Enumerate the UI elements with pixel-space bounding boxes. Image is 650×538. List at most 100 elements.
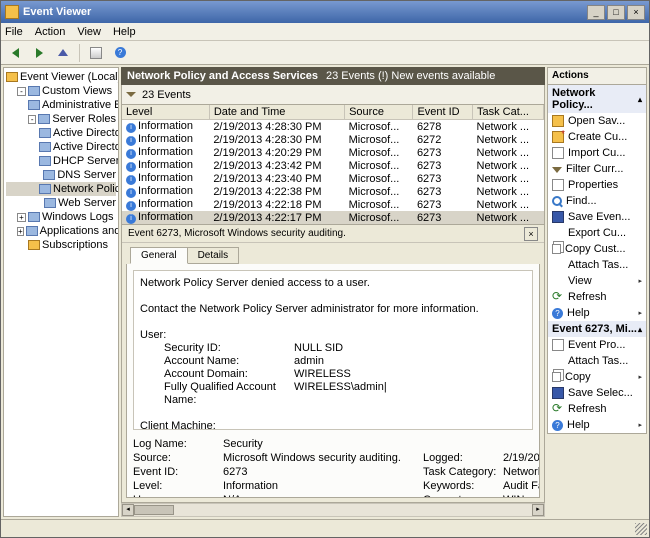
blank-icon bbox=[552, 259, 564, 271]
blank-icon bbox=[552, 275, 564, 287]
action-item[interactable]: Filter Curr... bbox=[548, 161, 646, 177]
back-button[interactable] bbox=[5, 43, 25, 63]
action-item[interactable]: Copy Cust... bbox=[548, 241, 646, 257]
tab-details[interactable]: Details bbox=[187, 247, 240, 264]
action-item[interactable]: Save Selec... bbox=[548, 385, 646, 401]
maximize-button[interactable]: □ bbox=[607, 5, 625, 20]
actions-title: Actions bbox=[547, 67, 647, 85]
i-find-icon bbox=[552, 196, 562, 206]
i-copy-icon bbox=[552, 372, 561, 382]
tab-general[interactable]: General bbox=[130, 247, 188, 264]
help-toolbar-button[interactable]: ? bbox=[110, 43, 130, 63]
submenu-icon: ▸ bbox=[638, 277, 642, 285]
action-item[interactable]: Export Cu... bbox=[548, 225, 646, 241]
tree-custom-views[interactable]: -Custom Views bbox=[6, 84, 116, 98]
event-row[interactable]: iInformation2/19/2013 4:20:29 PMMicrosof… bbox=[122, 146, 544, 159]
close-button[interactable]: × bbox=[627, 5, 645, 20]
i-copy-icon bbox=[552, 244, 561, 254]
event-count: 23 Events bbox=[142, 89, 191, 101]
tree-windows-logs[interactable]: +Windows Logs bbox=[6, 210, 116, 224]
action-item[interactable]: ⟳Refresh bbox=[548, 289, 646, 305]
i-help-icon: ? bbox=[552, 420, 563, 431]
toolbar: ? bbox=[1, 41, 649, 65]
action-item[interactable]: Event Pro... bbox=[548, 337, 646, 353]
event-row[interactable]: iInformation2/19/2013 4:22:38 PMMicrosof… bbox=[122, 185, 544, 198]
nav-tree: Event Viewer (Local) -Custom Views Admin… bbox=[4, 68, 118, 254]
tree-role-adcs[interactable]: Active Directory Certific bbox=[6, 126, 116, 140]
column-header[interactable]: Level bbox=[122, 105, 209, 120]
toolbar-separator bbox=[79, 44, 80, 62]
i-refresh-icon: ⟳ bbox=[552, 291, 564, 303]
column-header[interactable]: Event ID bbox=[413, 105, 473, 120]
props-toolbar-button[interactable] bbox=[86, 43, 106, 63]
action-item[interactable]: Copy▸ bbox=[548, 369, 646, 385]
action-item[interactable]: View▸ bbox=[548, 273, 646, 289]
i-filter-icon bbox=[552, 167, 562, 173]
detail-close-button[interactable]: × bbox=[524, 227, 538, 241]
tree-role-adds[interactable]: Active Directory Domai bbox=[6, 140, 116, 154]
tree-role-nps[interactable]: Network Policy and Acc bbox=[6, 182, 116, 196]
app-icon bbox=[5, 5, 19, 19]
titlebar: Event Viewer _ □ × bbox=[1, 1, 649, 23]
tree-admin-events[interactable]: Administrative Events bbox=[6, 98, 116, 112]
blank-icon bbox=[552, 227, 564, 239]
action-item[interactable]: Import Cu... bbox=[548, 145, 646, 161]
i-import-icon bbox=[552, 147, 564, 159]
submenu-icon: ▸ bbox=[638, 421, 642, 429]
menu-action[interactable]: Action bbox=[35, 26, 66, 38]
event-message[interactable]: Network Policy Server denied access to a… bbox=[133, 270, 533, 430]
tree-root[interactable]: Event Viewer (Local) bbox=[6, 70, 116, 84]
event-row[interactable]: iInformation2/19/2013 4:23:40 PMMicrosof… bbox=[122, 172, 544, 185]
tree-role-dhcp[interactable]: DHCP Server bbox=[6, 154, 116, 168]
banner-subtitle: 23 Events (!) New events available bbox=[326, 70, 495, 82]
action-item[interactable]: Attach Tas... bbox=[548, 353, 646, 369]
tree-server-roles[interactable]: -Server Roles bbox=[6, 112, 116, 126]
minimize-button[interactable]: _ bbox=[587, 5, 605, 20]
event-row[interactable]: iInformation2/19/2013 4:22:17 PMMicrosof… bbox=[122, 211, 544, 224]
status-bar bbox=[1, 519, 649, 537]
menu-file[interactable]: File bbox=[5, 26, 23, 38]
i-save-icon bbox=[552, 211, 564, 223]
action-item[interactable]: Create Cu... bbox=[548, 129, 646, 145]
event-row[interactable]: iInformation2/19/2013 4:22:18 PMMicrosof… bbox=[122, 198, 544, 211]
actions-section-1[interactable]: Network Policy...▴ bbox=[548, 85, 646, 113]
column-header[interactable]: Source bbox=[345, 105, 413, 120]
banner-title: Network Policy and Access Services bbox=[127, 70, 318, 82]
menu-view[interactable]: View bbox=[77, 26, 101, 38]
submenu-icon: ▸ bbox=[638, 373, 642, 381]
i-create-icon bbox=[552, 131, 564, 143]
i-props-icon bbox=[552, 179, 564, 191]
event-row[interactable]: iInformation2/19/2013 4:28:30 PMMicrosof… bbox=[122, 133, 544, 146]
event-row[interactable]: iInformation2/19/2013 4:28:30 PMMicrosof… bbox=[122, 120, 544, 134]
app-window: Event Viewer _ □ × File Action View Help… bbox=[0, 0, 650, 538]
action-item[interactable]: Properties bbox=[548, 177, 646, 193]
forward-button[interactable] bbox=[29, 43, 49, 63]
actions-section-2[interactable]: Event 6273, Mi...▴ bbox=[548, 321, 646, 337]
action-item[interactable]: ?Help▸ bbox=[548, 305, 646, 321]
tree-app-service-logs[interactable]: +Applications and Services Logs bbox=[6, 224, 116, 238]
action-item[interactable]: Save Even... bbox=[548, 209, 646, 225]
tree-role-web[interactable]: Web Server bbox=[6, 196, 116, 210]
event-row[interactable]: iInformation2/19/2013 4:23:42 PMMicrosof… bbox=[122, 159, 544, 172]
action-item[interactable]: ?Help▸ bbox=[548, 417, 646, 433]
column-header[interactable]: Date and Time bbox=[209, 105, 344, 120]
submenu-icon: ▸ bbox=[638, 309, 642, 317]
horizontal-scrollbar[interactable]: ◂▸ bbox=[121, 503, 545, 517]
action-item[interactable]: ⟳Refresh bbox=[548, 401, 646, 417]
detail-title: Event 6273, Microsoft Windows security a… bbox=[128, 228, 524, 239]
i-help-icon: ? bbox=[552, 308, 563, 319]
column-header[interactable]: Task Cat... bbox=[473, 105, 544, 120]
tree-subscriptions[interactable]: Subscriptions bbox=[6, 238, 116, 252]
blank-icon bbox=[552, 355, 564, 367]
action-item[interactable]: Attach Tas... bbox=[548, 257, 646, 273]
action-item[interactable]: Open Sav... bbox=[548, 113, 646, 129]
tree-role-dns[interactable]: DNS Server bbox=[6, 168, 116, 182]
event-grid[interactable]: LevelDate and TimeSourceEvent IDTask Cat… bbox=[121, 105, 545, 225]
i-open-icon bbox=[552, 115, 564, 127]
i-save-icon bbox=[552, 387, 564, 399]
menu-help[interactable]: Help bbox=[113, 26, 136, 38]
menu-bar: File Action View Help bbox=[1, 23, 649, 41]
action-item[interactable]: Find... bbox=[548, 193, 646, 209]
up-button[interactable] bbox=[53, 43, 73, 63]
resize-grip[interactable] bbox=[635, 523, 647, 535]
